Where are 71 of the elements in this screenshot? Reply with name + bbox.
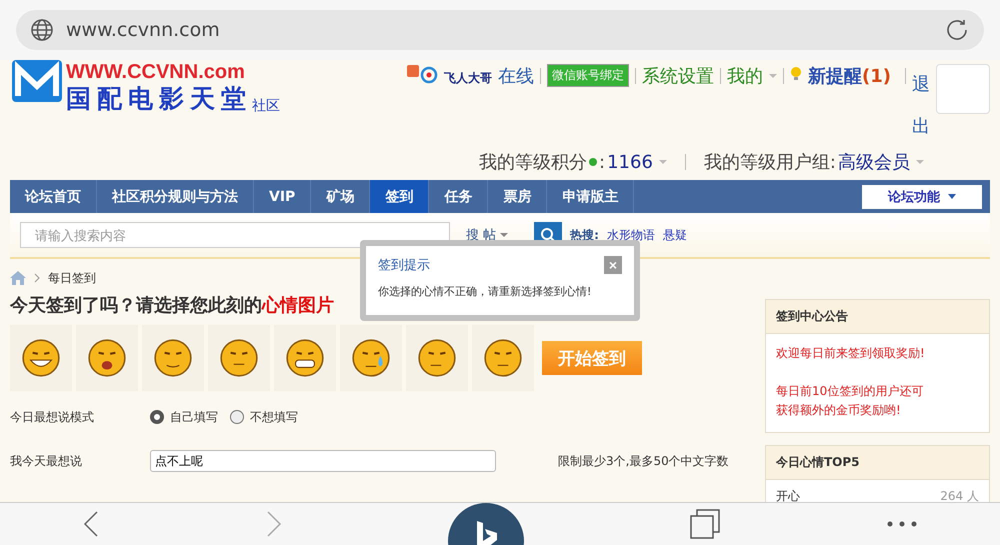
hot-search-link[interactable]: 水形物语	[606, 226, 655, 244]
emoticon-icon[interactable]	[20, 337, 62, 379]
panel-title: 签到中心公告	[766, 300, 989, 334]
caret-icon	[500, 233, 508, 237]
mood-count: 264 人	[940, 488, 979, 503]
emoticon-icon[interactable]	[284, 337, 326, 379]
more-icon[interactable]	[886, 521, 917, 527]
dialog-title: 签到提示	[378, 257, 430, 274]
username-link[interactable]: 飞人大哥	[444, 70, 492, 87]
mood-option[interactable]	[274, 325, 336, 391]
address-bar[interactable]: www.ccvnn.com	[16, 10, 984, 50]
field-label: 我今天最想说	[10, 452, 83, 470]
b-logo-icon	[474, 521, 497, 545]
search-scope-dropdown[interactable]: 搜 帖	[458, 226, 516, 244]
emoticon-icon[interactable]	[218, 337, 260, 379]
radio-label: 不想填写	[250, 408, 298, 426]
online-status: 在线	[498, 65, 534, 88]
stat-label: 我的等级积分	[479, 151, 588, 174]
logout-link[interactable]: 退出	[912, 64, 930, 148]
user-status-icon	[406, 64, 438, 84]
caret-icon	[916, 160, 924, 164]
url-text: www.ccvnn.com	[66, 19, 221, 41]
emoticon-icon[interactable]	[152, 337, 194, 379]
breadcrumb-text: 每日签到	[48, 270, 96, 286]
status-dot-icon	[589, 158, 598, 166]
emoticon-icon[interactable]	[482, 337, 524, 379]
logo-name: 国配电影天堂	[66, 83, 252, 115]
emoticon-icon[interactable]	[350, 337, 392, 379]
stat-colon: :	[599, 152, 606, 172]
my-menu-link[interactable]: 我的	[727, 64, 764, 88]
mood-name: 开心	[776, 488, 800, 503]
emoticon-icon[interactable]	[86, 337, 128, 379]
length-hint: 限制最少3个,最多50个中文字数	[558, 452, 729, 470]
announcement-text: 每日前10位签到的用户还可	[775, 383, 924, 400]
tabs-icon[interactable]	[690, 509, 720, 539]
reload-icon[interactable]	[944, 17, 970, 43]
globe-icon	[30, 18, 54, 42]
mood-option[interactable]	[142, 325, 204, 391]
forum-menu-button[interactable]: 论坛功能	[862, 184, 982, 208]
caret-icon	[658, 160, 667, 164]
search-field[interactable]: 请输入搜索内容	[20, 222, 450, 248]
settings-link[interactable]: 系统设置	[642, 64, 714, 88]
radio-label: 自己填写	[170, 408, 218, 426]
notifications-link[interactable]: 新提醒(1)	[808, 64, 891, 88]
mood-option[interactable]	[76, 325, 138, 391]
stat-value[interactable]: 高级会员	[838, 150, 910, 174]
page-heading: 今天签到了吗？请选择您此刻的心情图片	[10, 294, 334, 318]
logo-suffix: 社区	[252, 97, 280, 115]
mood-option[interactable]	[340, 325, 402, 391]
caret-icon	[948, 194, 956, 199]
emoticon-icon[interactable]	[416, 337, 458, 379]
mood-option[interactable]	[472, 325, 534, 391]
stat-label: 我的等级用户组:	[704, 151, 836, 174]
announcement-text: 欢迎每日前来签到领取奖励!	[775, 345, 926, 362]
message-input-field[interactable]: 点不上呢	[150, 450, 496, 472]
back-icon[interactable]	[83, 510, 100, 538]
logo-domain: WWW.CCVNN.com	[66, 62, 246, 82]
radio-button[interactable]	[150, 410, 164, 424]
nav-tab[interactable]: 签到	[370, 180, 430, 213]
field-label: 今日最想说模式	[10, 408, 95, 426]
chevron-icon	[34, 273, 40, 283]
radio-button[interactable]	[230, 410, 244, 424]
panel-title: 今日心情TOP5	[766, 446, 989, 480]
stat-value[interactable]: 1166	[607, 152, 653, 172]
hot-search-link[interactable]: 悬疑	[662, 226, 687, 244]
mood-option[interactable]	[406, 325, 468, 391]
mood-option[interactable]	[208, 325, 270, 391]
announcement-text: 获得额外的金币奖励哟!	[775, 402, 902, 419]
dialog-message: 你选择的心情不正确，请重新选择签到心情!	[378, 284, 592, 299]
caret-icon	[769, 74, 778, 78]
mood-option[interactable]	[10, 325, 72, 391]
